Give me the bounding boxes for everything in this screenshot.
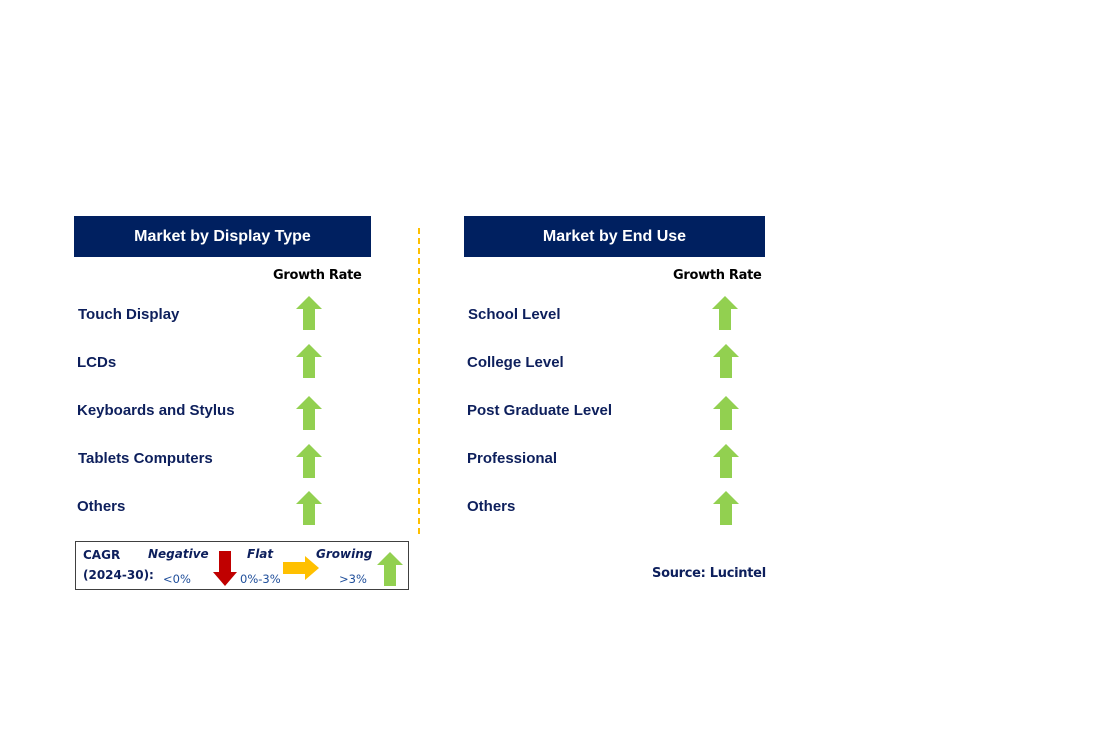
end-use-title: Market by End Use	[542, 227, 687, 245]
right-row-label: Others	[467, 498, 516, 515]
panel-divider	[418, 228, 420, 534]
up-arrow-icon	[296, 444, 322, 478]
left-row-label: LCDs	[77, 354, 117, 371]
up-arrow-icon	[296, 344, 322, 378]
up-arrow-icon	[713, 491, 739, 525]
legend-growing-title: Growing	[316, 547, 373, 561]
up-arrow-icon	[713, 444, 739, 478]
right-row-label: College Level	[467, 354, 564, 371]
legend-growing-range: >3%	[339, 572, 367, 586]
up-arrow-icon	[713, 396, 739, 430]
left-row-label: Touch Display	[78, 306, 180, 323]
up-arrow-icon	[296, 396, 322, 430]
legend-negative-title: Negative	[148, 547, 209, 561]
display-type-header: Market by Display Type	[74, 216, 371, 257]
right-arrow-icon	[283, 556, 319, 580]
down-arrow-icon	[213, 551, 237, 586]
display-type-title: Market by Display Type	[134, 227, 311, 245]
left-row-label: Others	[77, 498, 126, 515]
up-arrow-icon	[296, 491, 322, 525]
up-arrow-icon	[712, 296, 738, 330]
cagr-legend: CAGR (2024-30): Negative <0% Flat 0%-3% …	[75, 541, 409, 590]
legend-flat-range: 0%-3%	[240, 572, 281, 586]
left-row-label: Keyboards and Stylus	[77, 402, 235, 419]
source-label: Source: Lucintel	[652, 566, 766, 581]
up-arrow-icon	[296, 296, 322, 330]
end-use-header: Market by End Use	[464, 216, 765, 257]
legend-cagr-label: CAGR	[83, 548, 121, 562]
right-row-label: Post Graduate Level	[467, 402, 613, 419]
left-growth-rate-label: Growth Rate	[273, 268, 362, 283]
left-row-label: Tablets Computers	[78, 450, 213, 467]
legend-flat-title: Flat	[247, 547, 274, 561]
right-row-label: Professional	[467, 450, 558, 467]
legend-period-label: (2024-30):	[83, 568, 154, 582]
right-row-label: School Level	[468, 306, 561, 323]
up-arrow-icon	[377, 552, 403, 586]
right-growth-rate-label: Growth Rate	[673, 268, 762, 283]
legend-negative-range: <0%	[163, 572, 191, 586]
up-arrow-icon	[713, 344, 739, 378]
